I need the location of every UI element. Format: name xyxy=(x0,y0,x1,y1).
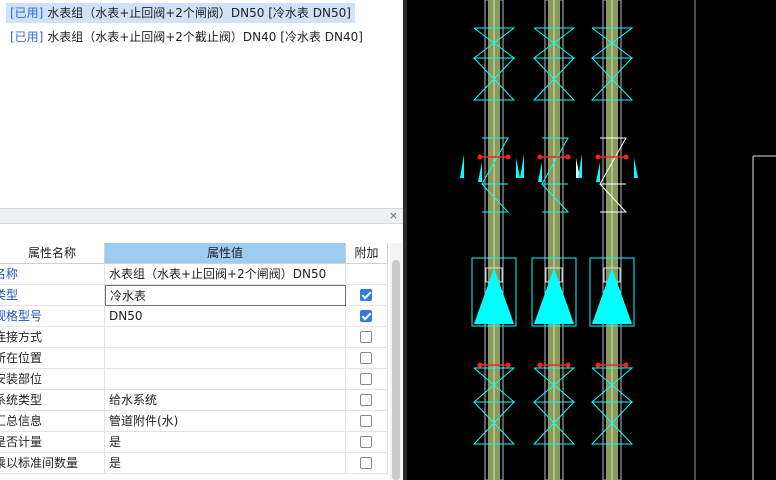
header-attach[interactable]: 附加 xyxy=(346,243,388,264)
flag-symbol xyxy=(634,158,638,178)
property-name: 是否计量 xyxy=(0,432,105,453)
property-value[interactable] xyxy=(105,348,346,369)
list-item-label: 水表组（水表+止回阀+2个截止阀）DN40 [冷水表 DN40] xyxy=(43,30,363,44)
attach-cell xyxy=(346,369,388,390)
scrollbar-thumb[interactable] xyxy=(392,260,400,480)
red-marker-dot xyxy=(565,362,571,368)
flag-symbol xyxy=(520,154,524,178)
attach-checkbox[interactable] xyxy=(360,415,372,427)
table-row[interactable]: 系统类型给水系统 xyxy=(0,390,388,411)
flag-symbol xyxy=(478,162,482,182)
attach-checkbox[interactable] xyxy=(360,457,372,469)
attach-checkbox[interactable] xyxy=(360,352,372,364)
attach-cell xyxy=(346,264,388,285)
attach-cell xyxy=(346,348,388,369)
property-name: 汇总信息 xyxy=(0,411,105,432)
table-row[interactable]: 汇总信息管道附件(水) xyxy=(0,411,388,432)
property-value[interactable]: 是 xyxy=(105,432,346,453)
header-property-name[interactable]: 属性名称 xyxy=(0,243,105,264)
red-marker-dot xyxy=(537,154,543,160)
flag-symbol xyxy=(596,162,600,182)
property-name: 系统类型 xyxy=(0,390,105,411)
list-item-label: 水表组（水表+止回阀+2个闸阀）DN50 [冷水表 DN50] xyxy=(43,6,351,20)
water-meter-triangle xyxy=(592,268,632,324)
red-marker-dot xyxy=(623,362,629,368)
property-value[interactable]: DN50 xyxy=(105,306,346,327)
property-name: 乘以标准间数量 xyxy=(0,453,105,474)
table-row[interactable]: 安装部位 xyxy=(0,369,388,390)
table-row[interactable]: 是否计量是 xyxy=(0,432,388,453)
list-item[interactable]: [已用] 水表组（水表+止回阀+2个截止阀）DN40 [冷水表 DN40] xyxy=(6,27,367,47)
red-marker-dot xyxy=(505,154,511,160)
attach-cell xyxy=(346,453,388,474)
used-tag: [已用] xyxy=(10,30,44,44)
property-value[interactable]: 是 xyxy=(105,453,346,474)
attach-checkbox[interactable] xyxy=(360,436,372,448)
table-row[interactable]: 名称水表组（水表+止回阀+2个闸阀）DN50 xyxy=(0,264,388,285)
red-marker-dot xyxy=(477,154,483,160)
property-name: 类型 xyxy=(0,285,105,306)
table-row[interactable]: 规格型号DN50 xyxy=(0,306,388,327)
vertical-scrollbar[interactable] xyxy=(390,243,402,480)
attach-checkbox[interactable] xyxy=(360,310,372,322)
property-name: 名称 xyxy=(0,264,105,285)
property-name: 规格型号 xyxy=(0,306,105,327)
property-name: 连接方式 xyxy=(0,327,105,348)
red-marker-dot xyxy=(595,154,601,160)
red-marker-dot xyxy=(477,362,483,368)
panel-titlebar: × xyxy=(0,208,403,224)
property-name: 安装部位 xyxy=(0,369,105,390)
property-value[interactable] xyxy=(105,369,346,390)
water-meter-triangle xyxy=(474,268,514,324)
red-marker-dot xyxy=(537,362,543,368)
used-tag: [已用] xyxy=(10,6,44,20)
property-value[interactable]: 给水系统 xyxy=(105,390,346,411)
red-marker-dot xyxy=(595,362,601,368)
attach-cell xyxy=(346,411,388,432)
property-value[interactable]: 管道附件(水) xyxy=(105,411,346,432)
red-marker-dot xyxy=(505,362,511,368)
attach-checkbox[interactable] xyxy=(360,373,372,385)
header-property-value[interactable]: 属性值 xyxy=(105,243,346,264)
red-marker-dot xyxy=(565,154,571,160)
property-name: 所在位置 xyxy=(0,348,105,369)
table-row[interactable]: 类型冷水表 xyxy=(0,285,388,306)
flag-symbol xyxy=(460,154,464,178)
cad-drawing-canvas[interactable] xyxy=(407,0,776,480)
attach-cell xyxy=(346,327,388,348)
flag-symbol xyxy=(516,158,520,178)
flag-symbol xyxy=(538,162,542,182)
table-row[interactable]: 连接方式 xyxy=(0,327,388,348)
property-value-input[interactable]: 冷水表 xyxy=(105,285,346,306)
attach-cell xyxy=(346,285,388,306)
list-item[interactable]: [已用] 水表组（水表+止回阀+2个闸阀）DN50 [冷水表 DN50] xyxy=(6,3,355,23)
attach-cell xyxy=(346,306,388,327)
component-list: [已用] 水表组（水表+止回阀+2个闸阀）DN50 [冷水表 DN50] [已用… xyxy=(0,0,403,206)
attach-checkbox[interactable] xyxy=(360,331,372,343)
attach-checkbox[interactable] xyxy=(360,289,372,301)
table-row[interactable]: 所在位置 xyxy=(0,348,388,369)
attach-cell xyxy=(346,432,388,453)
table-row[interactable]: 乘以标准间数量是 xyxy=(0,453,388,474)
red-marker-dot xyxy=(623,154,629,160)
properties-panel: [已用] 水表组（水表+止回阀+2个闸阀）DN50 [冷水表 DN50] [已用… xyxy=(0,0,403,480)
close-icon[interactable]: × xyxy=(389,209,398,223)
property-value[interactable]: 水表组（水表+止回阀+2个闸阀）DN50 xyxy=(105,264,346,285)
attach-cell xyxy=(346,390,388,411)
attach-checkbox[interactable] xyxy=(360,394,372,406)
property-value[interactable] xyxy=(105,327,346,348)
water-meter-triangle xyxy=(534,268,574,324)
